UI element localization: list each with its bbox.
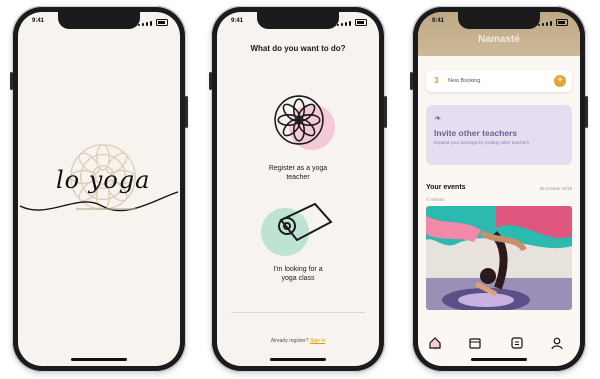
signin-footer: Already register? Sign in (217, 338, 379, 344)
signin-link[interactable]: Sign in (310, 338, 325, 344)
onboarding-screen: 9:41 What do you want to do? Register as… (217, 12, 379, 366)
battery-icon (556, 19, 568, 26)
invite-icon: ❧ (434, 113, 442, 123)
home-indicator[interactable] (71, 358, 127, 361)
footer-text: Already register? (270, 338, 309, 344)
booking-count: 3 (434, 76, 439, 85)
option-line: yoga class (281, 275, 315, 282)
register-teacher-option[interactable]: Register as a yoga teacher (247, 164, 349, 182)
option-line: Register as a yoga (268, 165, 328, 172)
booking-label: New Booking (448, 78, 481, 84)
battery-icon (355, 19, 367, 26)
lotus-flower-icon[interactable] (273, 94, 325, 146)
option-line: teacher (286, 174, 310, 181)
yoga-mat-icon[interactable] (275, 200, 335, 246)
phone-onboarding: 9:41 What do you want to do? Register as… (209, 6, 387, 372)
invite-title: Invite other teachers (434, 128, 518, 138)
events-location: © Athens (426, 197, 445, 202)
onboarding-question: What do you want to do? (250, 44, 346, 53)
splash-screen: 9:41 lo yoga (18, 12, 180, 366)
events-date: 30 october 2019 (539, 186, 572, 191)
events-title: Your events (426, 184, 466, 191)
home-indicator[interactable] (270, 358, 326, 361)
home-icon[interactable] (428, 336, 442, 350)
calendar-icon[interactable] (468, 336, 482, 350)
status-bar: 9:41 (18, 18, 180, 28)
add-booking-button[interactable]: + (554, 75, 566, 87)
dashboard-screen: 9:41 Namasté 3 New Booking + ❧ Invite ot… (418, 12, 580, 366)
event-photo[interactable] (426, 206, 572, 310)
phone-splash: 9:41 lo yoga (10, 6, 188, 372)
chat-icon[interactable] (510, 336, 524, 350)
home-indicator[interactable] (471, 358, 527, 361)
invite-body: Expand your earnings by inviting other t… (434, 140, 530, 145)
signal-icon (337, 19, 367, 26)
option-line: I'm looking for a (273, 266, 323, 273)
profile-icon[interactable] (550, 336, 564, 350)
phone-dashboard: 9:41 Namasté 3 New Booking + ❧ Invite ot… (410, 6, 588, 372)
status-bar: 9:41 (217, 18, 379, 28)
app-logo-text: lo yoga (56, 166, 151, 194)
logo-tagline-line (76, 208, 136, 210)
divider (231, 312, 365, 313)
signal-icon (138, 19, 168, 26)
battery-icon (156, 19, 168, 26)
new-booking-card[interactable]: 3 New Booking + (426, 70, 572, 92)
status-time: 9:41 (432, 18, 445, 24)
signal-icon (538, 19, 568, 26)
status-time: 9:41 (32, 18, 45, 24)
status-bar: 9:41 (418, 18, 580, 28)
find-class-option[interactable]: I'm looking for a yoga class (247, 265, 349, 283)
bottom-nav (418, 332, 580, 358)
status-time: 9:41 (231, 18, 244, 24)
header-title: Namasté (478, 34, 520, 45)
invite-teachers-card[interactable]: ❧ Invite other teachers Expand your earn… (426, 105, 572, 165)
